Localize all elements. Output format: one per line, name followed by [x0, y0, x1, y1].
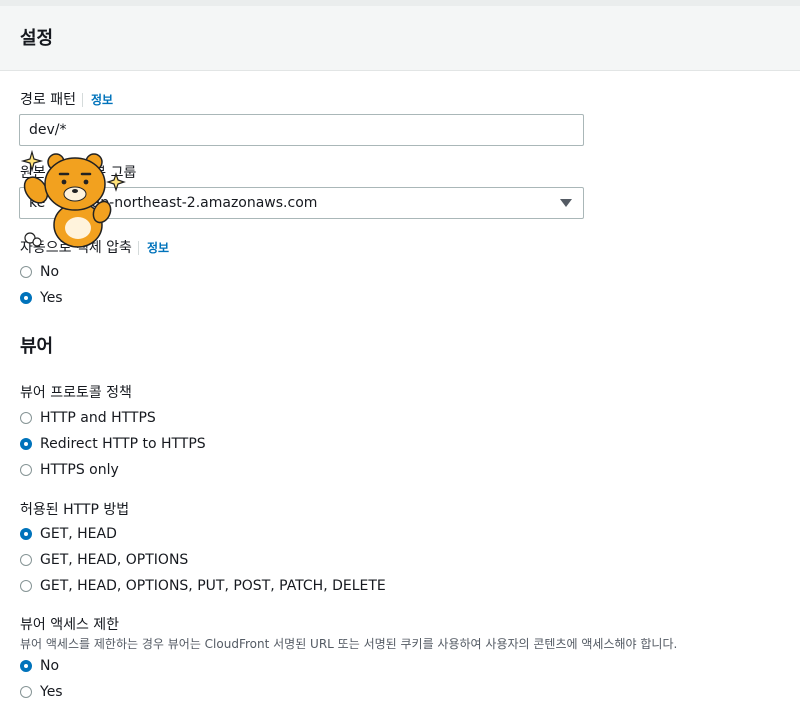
radio-checked-icon	[20, 528, 32, 540]
radio-icon	[20, 554, 32, 566]
methods-get-head-radio[interactable]: GET, HEAD	[20, 525, 117, 543]
radio-icon	[20, 464, 32, 476]
protocol-redirect-radio[interactable]: Redirect HTTP to HTTPS	[20, 435, 206, 453]
restrict-no-radio[interactable]: No	[20, 657, 59, 675]
mascot-sticker-icon	[20, 150, 126, 248]
allowed-methods-label: 허용된 HTTP 방법	[20, 502, 130, 518]
chevron-down-icon	[560, 199, 572, 207]
protocol-http-https-radio[interactable]: HTTP and HTTPS	[20, 409, 156, 427]
restrict-access-label: 뷰어 액세스 제한	[20, 617, 120, 633]
path-pattern-info-link[interactable]: 정보	[81, 93, 114, 107]
compress-info-link[interactable]: 정보	[137, 241, 170, 255]
path-pattern-input[interactable]: dev/*	[19, 114, 584, 146]
restrict-access-description: 뷰어 액세스를 제한하는 경우 뷰어는 CloudFront 서명된 URL 또…	[20, 637, 678, 651]
path-pattern-label: 경로 패턴 정보	[20, 92, 114, 108]
protocol-https-only-radio[interactable]: HTTPS only	[20, 461, 119, 479]
methods-all-radio[interactable]: GET, HEAD, OPTIONS, PUT, POST, PATCH, DE…	[20, 577, 386, 595]
radio-checked-icon	[20, 438, 32, 450]
radio-icon	[20, 412, 32, 424]
protocol-policy-label: 뷰어 프로토콜 정책	[20, 385, 132, 401]
radio-icon	[20, 686, 32, 698]
methods-get-head-options-radio[interactable]: GET, HEAD, OPTIONS	[20, 551, 188, 569]
viewer-title: 뷰어	[20, 336, 54, 357]
radio-checked-icon	[20, 660, 32, 672]
radio-checked-icon	[20, 292, 32, 304]
restrict-yes-radio[interactable]: Yes	[20, 683, 63, 701]
radio-icon	[20, 266, 32, 278]
settings-header	[0, 0, 800, 71]
compress-no-radio[interactable]: No	[20, 263, 59, 281]
radio-icon	[20, 580, 32, 592]
compress-yes-radio[interactable]: Yes	[20, 289, 63, 307]
settings-title: 설정	[20, 28, 54, 49]
